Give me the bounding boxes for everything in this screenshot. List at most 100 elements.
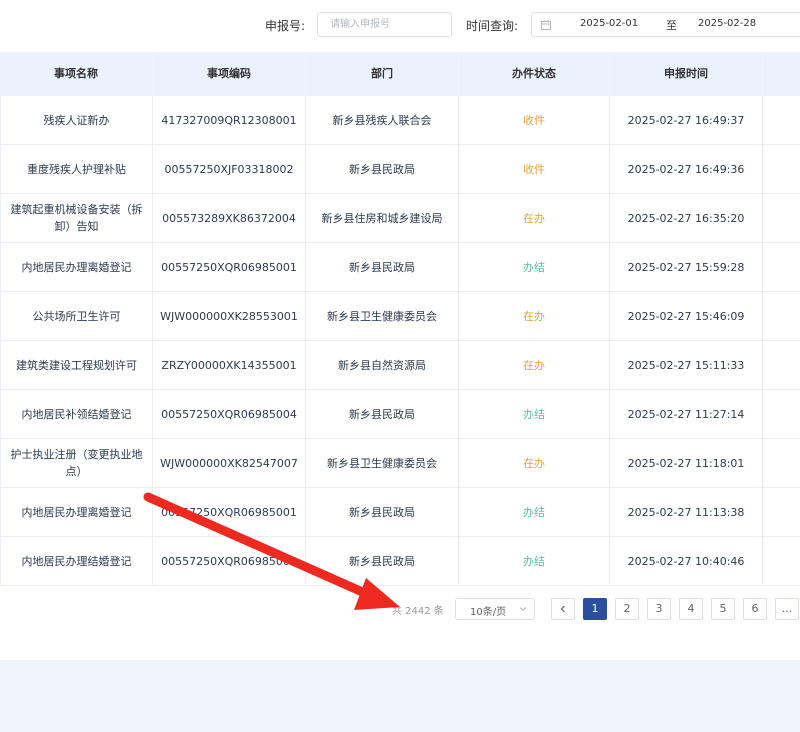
cell-department: 新乡县民政局 — [306, 390, 459, 438]
table-row[interactable]: 残疾人证新办 417327009QR12308001 新乡县残疾人联合会 收件 2025… — [0, 96, 800, 145]
cell-extra — [763, 96, 800, 144]
column-header-status: 办件状态 — [459, 52, 610, 96]
cell-item-code: 00557250XQR06985003 — [153, 537, 306, 585]
cell-item-code: ZRZY00000XK14355001 — [153, 341, 306, 389]
cell-item-code: 417327009QR12308001 — [153, 96, 306, 144]
report-no-label: 申报号: — [265, 19, 306, 33]
report-no-input[interactable] — [317, 12, 452, 37]
cell-extra — [763, 439, 800, 487]
cell-report-time: 2025-02-27 11:13:38 — [610, 488, 763, 536]
cell-item-code: 00557250XQR06985001 — [153, 488, 306, 536]
cell-department: 新乡县民政局 — [306, 243, 459, 291]
cell-report-time: 2025-02-27 11:18:01 — [610, 439, 763, 487]
column-header-extra — [763, 52, 800, 96]
cell-extra — [763, 145, 800, 193]
table-row[interactable]: 内地居民办理结婚登记 00557250XQR06985003 新乡县民政局 办结 202… — [0, 537, 800, 586]
cell-report-time: 2025-02-27 11:27:14 — [610, 390, 763, 438]
filter-bar: 申报号: 时间查询: 2025-02-01 至 2025-02-28 — [0, 0, 800, 52]
table-row[interactable]: 建筑类建设工程规划许可 ZRZY00000XK14355001 新乡县自然资源局 在办… — [0, 341, 800, 390]
date-end[interactable]: 2025-02-28 — [698, 18, 756, 29]
column-header-item-name: 事项名称 — [0, 52, 153, 96]
page-button-6[interactable]: 6 — [743, 598, 767, 620]
table-row[interactable]: 建筑起重机械设备安装（拆卸）告知 005573289XK86372004 新乡县住房… — [0, 194, 800, 243]
cell-item-code: 00557250XQR06985001 — [153, 243, 306, 291]
cell-extra — [763, 292, 800, 340]
cell-department: 新乡县残疾人联合会 — [306, 96, 459, 144]
cell-status: 收件 — [459, 96, 610, 144]
table-row[interactable]: 内地居民补领结婚登记 00557250XQR06985004 新乡县民政局 办结 202… — [0, 390, 800, 439]
cell-extra — [763, 390, 800, 438]
prev-page-button[interactable] — [551, 598, 575, 620]
cell-status: 在办 — [459, 439, 610, 487]
cell-item-name: 公共场所卫生许可 — [0, 292, 153, 340]
cell-status: 收件 — [459, 145, 610, 193]
cell-item-name: 重度残疾人护理补贴 — [0, 145, 153, 193]
cell-status: 办结 — [459, 390, 610, 438]
table-row[interactable]: 内地居民办理离婚登记 00557250XQR06985001 新乡县民政局 办结 202… — [0, 488, 800, 537]
cell-report-time: 2025-02-27 10:40:46 — [610, 537, 763, 585]
cell-department: 新乡县卫生健康委员会 — [306, 292, 459, 340]
column-header-item-code: 事项编码 — [153, 52, 306, 96]
cell-item-name: 内地居民办理离婚登记 — [0, 243, 153, 291]
cell-status: 在办 — [459, 194, 610, 242]
cell-item-code: 00557250XJF03318002 — [153, 145, 306, 193]
cell-status: 在办 — [459, 292, 610, 340]
page-size-select[interactable]: 10条/页 — [455, 598, 535, 620]
cell-extra — [763, 194, 800, 242]
cell-department: 新乡县民政局 — [306, 145, 459, 193]
page-button-3[interactable]: 3 — [647, 598, 671, 620]
cell-report-time: 2025-02-27 15:11:33 — [610, 341, 763, 389]
cell-item-code: WJW000000XK28553001 — [153, 292, 306, 340]
calendar-icon — [541, 20, 551, 30]
cell-department: 新乡县民政局 — [306, 488, 459, 536]
page-button-1[interactable]: 1 — [583, 598, 607, 620]
cell-report-time: 2025-02-27 16:49:37 — [610, 96, 763, 144]
cell-status: 办结 — [459, 243, 610, 291]
total-count: 共 2442 条 — [392, 606, 444, 617]
cell-status: 在办 — [459, 341, 610, 389]
cell-extra — [763, 243, 800, 291]
cell-item-code: 005573289XK86372004 — [153, 194, 306, 242]
page-size-value: 10条/页 — [470, 607, 507, 618]
cell-item-name: 建筑类建设工程规划许可 — [0, 341, 153, 389]
cell-item-name: 建筑起重机械设备安装（拆卸）告知 — [0, 194, 153, 242]
page-button-2[interactable]: 2 — [615, 598, 639, 620]
table-row[interactable]: 护士执业注册（变更执业地点） WJW000000XK82547007 新乡县卫生健康… — [0, 439, 800, 488]
column-header-department: 部门 — [306, 52, 459, 96]
table-row[interactable]: 重度残疾人护理补贴 00557250XJF03318002 新乡县民政局 收件 2025… — [0, 145, 800, 194]
page-button-4[interactable]: 4 — [679, 598, 703, 620]
cell-report-time: 2025-02-27 15:59:28 — [610, 243, 763, 291]
page-button-5[interactable]: 5 — [711, 598, 735, 620]
cell-report-time: 2025-02-27 16:49:36 — [610, 145, 763, 193]
table-row[interactable]: 内地居民办理离婚登记 00557250XQR06985001 新乡县民政局 办结 202… — [0, 243, 800, 292]
more-pages-button[interactable]: ... — [775, 598, 799, 620]
cell-item-code: WJW000000XK82547007 — [153, 439, 306, 487]
date-range-picker[interactable]: 2025-02-01 至 2025-02-28 — [531, 12, 800, 37]
cell-item-name: 内地居民办理结婚登记 — [0, 537, 153, 585]
cell-status: 办结 — [459, 488, 610, 536]
cell-item-name: 残疾人证新办 — [0, 96, 153, 144]
table-row[interactable]: 公共场所卫生许可 WJW000000XK28553001 新乡县卫生健康委员会 在办 2… — [0, 292, 800, 341]
cell-extra — [763, 341, 800, 389]
cell-item-name: 护士执业注册（变更执业地点） — [0, 439, 153, 487]
table-header: 事项名称 事项编码 部门 办件状态 申报时间 — [0, 52, 800, 96]
cell-report-time: 2025-02-27 15:46:09 — [610, 292, 763, 340]
time-query-label: 时间查询: — [466, 19, 519, 33]
cell-status: 办结 — [459, 537, 610, 585]
cell-item-name: 内地居民办理离婚登记 — [0, 488, 153, 536]
cell-department: 新乡县卫生健康委员会 — [306, 439, 459, 487]
cell-item-name: 内地居民补领结婚登记 — [0, 390, 153, 438]
cell-report-time: 2025-02-27 16:35:20 — [610, 194, 763, 242]
cell-department: 新乡县住房和城乡建设局 — [306, 194, 459, 242]
cell-department: 新乡县民政局 — [306, 537, 459, 585]
pagination: 共 2442 条 10条/页 1 2 3 4 5 6 ... — [0, 596, 800, 626]
cell-item-code: 00557250XQR06985004 — [153, 390, 306, 438]
column-header-report-time: 申报时间 — [610, 52, 763, 96]
chevron-left-icon — [560, 605, 565, 613]
cell-extra — [763, 537, 800, 585]
date-start[interactable]: 2025-02-01 — [580, 18, 638, 29]
date-separator: 至 — [666, 19, 677, 32]
footer-band — [0, 660, 800, 732]
chevron-down-icon — [519, 607, 527, 612]
cell-department: 新乡县自然资源局 — [306, 341, 459, 389]
